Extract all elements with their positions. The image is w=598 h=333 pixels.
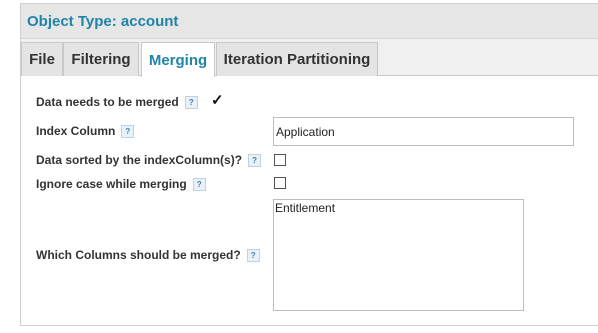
data-sorted-label: Data sorted by the indexColumn(s)? ? <box>36 152 262 168</box>
merging-form: Data needs to be merged ? ✓ Index Column… <box>0 0 598 333</box>
help-icon[interactable]: ? <box>184 95 198 109</box>
data-sorted-checkbox[interactable] <box>274 154 286 166</box>
data-needs-merge-text: Data needs to be merged <box>36 95 179 109</box>
data-sorted-text: Data sorted by the indexColumn(s)? <box>36 153 243 167</box>
data-needs-merge-checkbox[interactable]: ✓ <box>211 93 225 108</box>
index-column-input[interactable] <box>273 117 574 146</box>
index-column-label: Index Column ? <box>36 123 135 139</box>
data-needs-merge-label: Data needs to be merged ? <box>36 94 198 110</box>
merge-columns-textarea[interactable]: Entitlement <box>273 199 524 311</box>
ignore-case-checkbox[interactable] <box>274 177 286 189</box>
help-icon[interactable]: ? <box>121 124 135 138</box>
merge-columns-label: Which Columns should be merged? ? <box>36 247 260 263</box>
ignore-case-text: Ignore case while merging <box>36 177 187 191</box>
merge-columns-text: Which Columns should be merged? <box>36 248 241 262</box>
index-column-text: Index Column <box>36 124 116 138</box>
help-icon[interactable]: ? <box>248 153 262 167</box>
help-icon[interactable]: ? <box>192 177 206 191</box>
help-icon[interactable]: ? <box>246 248 260 262</box>
ignore-case-label: Ignore case while merging ? <box>36 176 206 192</box>
